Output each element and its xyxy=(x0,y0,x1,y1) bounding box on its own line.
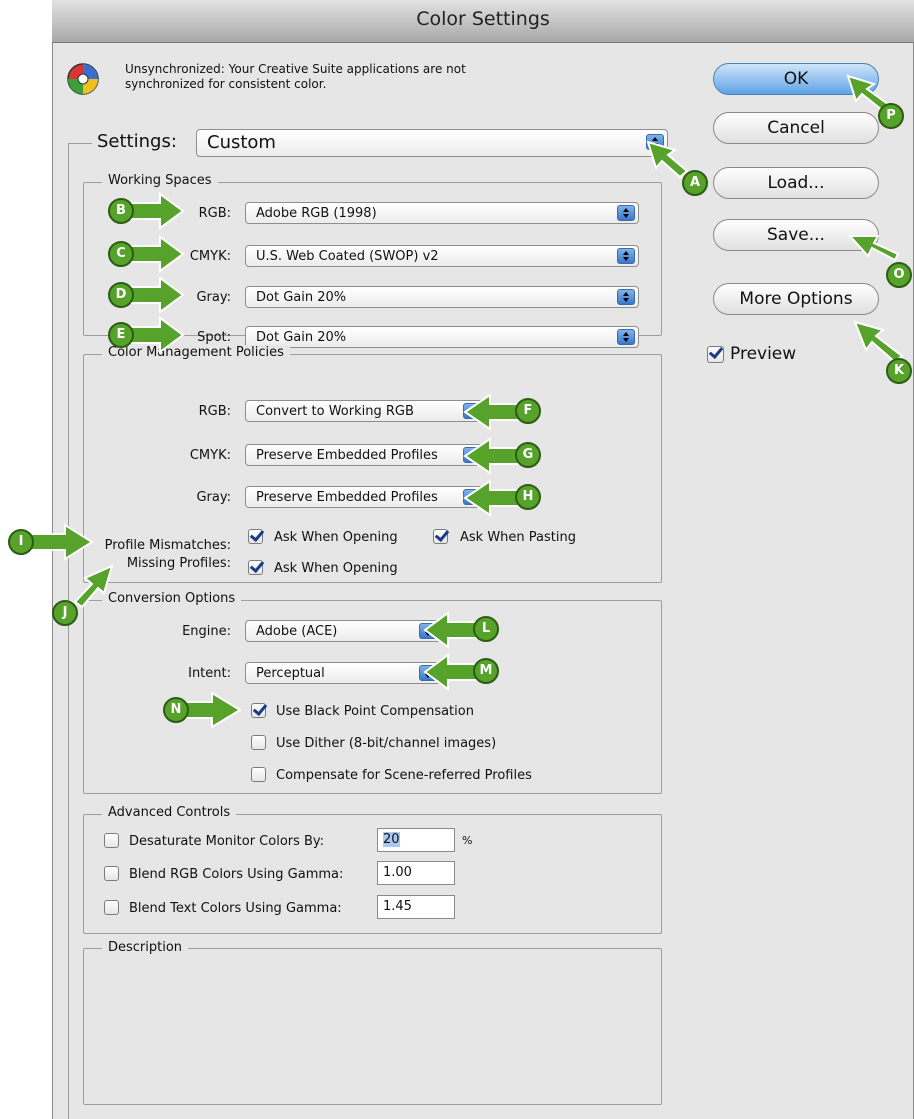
annotation-badge-b: B xyxy=(108,198,134,224)
annotation-badge-m: M xyxy=(473,658,499,684)
annotation-badge-g: G xyxy=(515,442,541,468)
arrow-l-icon xyxy=(423,611,479,649)
arrow-g-icon xyxy=(463,437,521,475)
arrow-m-icon xyxy=(423,653,479,691)
arrow-h-icon xyxy=(463,479,521,517)
annotation-badge-p: P xyxy=(878,103,904,129)
arrow-j-icon xyxy=(73,564,114,609)
annotation-badge-a: A xyxy=(682,170,708,196)
annotation-badge-f: F xyxy=(515,398,541,424)
annotation-badge-o: O xyxy=(886,262,912,288)
annotation-badge-k: K xyxy=(886,358,912,384)
annotation-badge-j: J xyxy=(52,600,78,626)
annotation-badge-d: D xyxy=(108,282,134,308)
annotation-badge-h: H xyxy=(515,484,541,510)
arrow-o-icon xyxy=(847,235,900,262)
arrow-a-icon xyxy=(646,140,689,179)
arrow-k-icon xyxy=(853,320,904,364)
annotation-arrows xyxy=(29,74,904,729)
annotation-badge-c: C xyxy=(108,241,134,267)
arrow-n-icon xyxy=(179,691,242,729)
annotation-badge-e: E xyxy=(108,322,134,348)
annotation-badge-i: I xyxy=(8,529,34,555)
arrow-f-icon xyxy=(463,393,521,431)
annotation-badge-n: N xyxy=(163,697,189,723)
arrow-i-icon xyxy=(29,523,94,561)
annotation-badge-l: L xyxy=(473,616,499,642)
